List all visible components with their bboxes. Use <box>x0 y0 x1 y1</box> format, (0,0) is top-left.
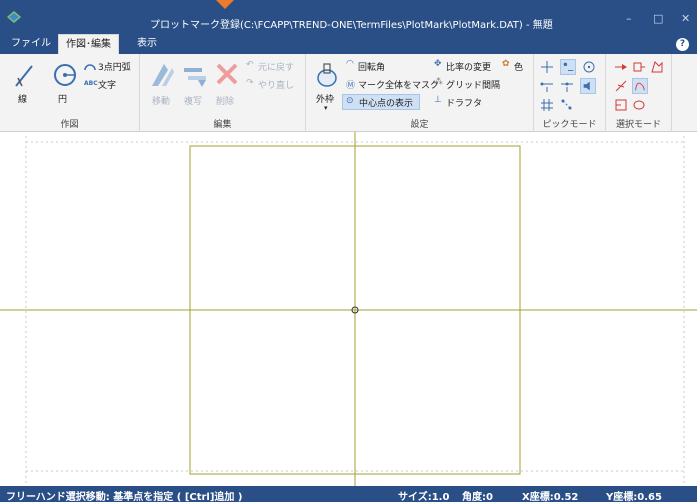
delete-x-icon <box>216 63 238 85</box>
mask-all-label: マーク全体をマスク <box>358 81 440 91</box>
scale-icon: ✥ <box>434 59 442 69</box>
rotation-icon: ◠ <box>346 59 354 69</box>
undo-arrow-icon: ↶ <box>246 60 254 70</box>
arc-icon <box>84 64 96 71</box>
select-freehand-icon[interactable] <box>632 78 648 94</box>
copy-label: 複写 <box>184 97 203 107</box>
status-bar: フリーハンド選択移動: 基準点を指定 ( [Ctrl]追加 ) サイズ:1.0 … <box>0 486 697 502</box>
outer-frame-dropdown-icon: ▾ <box>324 104 328 112</box>
color-palette-icon: ✿ <box>502 59 510 69</box>
group-label-settings: 設定 <box>410 120 429 130</box>
menu-file[interactable]: ファイル <box>4 34 58 54</box>
pick-endpoint-icon[interactable] <box>540 79 554 93</box>
menu-bar: ファイル 作図･編集 表示 ? <box>0 34 697 54</box>
status-angle: 角度:0 <box>462 492 493 502</box>
select-lasso-icon[interactable] <box>632 98 646 112</box>
pick-offset-icon[interactable] <box>560 98 574 112</box>
pick-point-icon[interactable] <box>560 59 576 75</box>
grid-icon: ⁂ <box>434 77 443 87</box>
pick-grid-icon[interactable] <box>540 98 554 112</box>
ribbon-group-settings: 外枠 ▾ ◠ 回転角 Ⓜ マーク全体をマスク ⊙ 中心点の表示 ✥ 比率の変更 … <box>306 54 534 132</box>
ribbon-group-draw: 線 円 3点円弧 ABC 文字 作図 <box>0 54 140 132</box>
ribbon-group-pick-mode: ピックモード <box>534 54 606 132</box>
line-icon <box>15 65 33 87</box>
drawing-canvas[interactable] <box>0 132 697 486</box>
menu-draw-edit[interactable]: 作図･編集 <box>58 34 119 54</box>
status-y-coord: Y座標:0.65 <box>606 492 662 502</box>
delete-button[interactable]: 削除 <box>212 58 242 112</box>
pick-center-icon[interactable] <box>582 60 596 74</box>
select-polygon-icon[interactable] <box>650 60 664 74</box>
move-button[interactable]: 移動 <box>148 58 178 112</box>
select-cross-line-icon[interactable] <box>614 79 628 93</box>
status-message: フリーハンド選択移動: 基準点を指定 ( [Ctrl]追加 ) <box>6 492 243 502</box>
ribbon-group-edit: 移動 複写 削除 ↶ 元に戻す ↷ やり直し 編集 <box>140 54 306 132</box>
redo-label: やり直し <box>258 81 295 91</box>
line-tool-label: 線 <box>18 95 28 105</box>
ribbon: 線 円 3点円弧 ABC 文字 作図 移動 複写 削除 ↶ 元に戻す ↷ やり直… <box>0 54 697 132</box>
app-icon <box>7 11 21 23</box>
close-button[interactable]: ✕ <box>681 12 690 25</box>
minimize-button[interactable]: – <box>626 12 632 25</box>
drawing-canvas-svg <box>0 132 697 486</box>
group-label-edit: 編集 <box>213 120 232 130</box>
status-x-coord: X座標:0.52 <box>522 492 579 502</box>
title-bar: プロットマーク登録(C:\FCAPP\TREND-ONE\TermFiles\P… <box>0 0 697 34</box>
group-label-select-mode: 選択モード <box>615 120 661 130</box>
grid-spacing-label: グリッド間隔 <box>446 81 501 91</box>
mask-icon: Ⓜ <box>346 81 356 91</box>
undo-label: 元に戻す <box>258 63 295 73</box>
group-label-pick-mode: ピックモード <box>542 120 597 130</box>
pick-sound-icon[interactable] <box>580 78 596 94</box>
drafter-label: ドラフタ <box>446 99 483 109</box>
pointer-arrow-indicator <box>216 0 234 9</box>
status-size: サイズ:1.0 <box>398 492 450 502</box>
circle-tool-button[interactable]: 円 <box>48 58 82 112</box>
menu-view[interactable]: 表示 <box>130 34 164 54</box>
pick-midpoint-icon[interactable] <box>560 79 574 93</box>
pick-intersection-icon[interactable] <box>540 60 554 74</box>
outer-frame-icon <box>317 63 337 87</box>
redo-arrow-icon: ↷ <box>246 78 254 88</box>
center-point-icon: ⊙ <box>346 96 354 106</box>
circle-tool-label: 円 <box>58 95 68 105</box>
maximize-button[interactable]: □ <box>653 12 663 25</box>
arc3-tool-label: 3点円弧 <box>98 63 131 73</box>
show-center-button[interactable]: ⊙ 中心点の表示 <box>342 94 420 110</box>
select-rect-icon[interactable] <box>632 60 646 74</box>
move-icon <box>152 64 174 86</box>
copy-button[interactable]: 複写 <box>180 58 210 112</box>
circle-icon <box>54 64 76 86</box>
select-single-icon[interactable] <box>614 60 628 74</box>
copy-icon <box>184 68 206 87</box>
color-label: 色 <box>514 63 524 73</box>
move-label: 移動 <box>152 97 171 107</box>
window-title: プロットマーク登録(C:\FCAPP\TREND-ONE\TermFiles\P… <box>150 20 553 31</box>
rotation-label: 回転角 <box>358 63 386 73</box>
outer-frame-button[interactable]: 外枠 ▾ <box>312 58 342 112</box>
text-abc-icon: ABC <box>84 80 98 87</box>
delete-label: 削除 <box>216 97 235 107</box>
help-button[interactable]: ? <box>676 38 689 51</box>
group-label-draw: 作図 <box>60 120 79 130</box>
ribbon-group-select-mode: 選択モード <box>606 54 672 132</box>
text-tool-label: 文字 <box>98 81 117 91</box>
drafter-icon: ⊥ <box>434 95 442 105</box>
scale-change-label: 比率の変更 <box>446 63 492 73</box>
select-frame-icon[interactable] <box>614 98 628 112</box>
line-tool-button[interactable]: 線 <box>4 58 44 112</box>
show-center-label: 中心点の表示 <box>359 99 414 109</box>
